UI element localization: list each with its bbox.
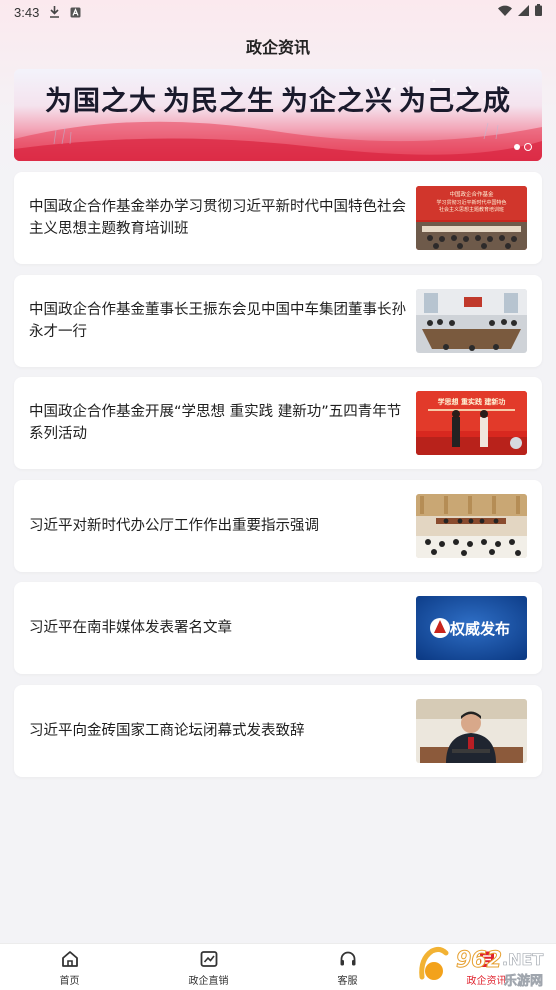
thumb-caption-2: 学习贯彻习近平新时代中国特色 [436, 199, 506, 206]
thumb-caption-1: 中国政企合作基金 [449, 190, 494, 198]
watermark-logo-icon [425, 962, 443, 980]
tab-home[interactable]: 首页 [0, 944, 139, 990]
slogan-1: 为国之大 [45, 86, 157, 117]
status-right [498, 4, 542, 20]
watermark-number: 962 [456, 948, 502, 973]
tab-label: 政企直销 [188, 976, 229, 987]
carousel-dot[interactable] [514, 144, 520, 150]
site-watermark: 962 .NET 乐游网 [416, 941, 552, 989]
news-card[interactable]: 中国政企合作基金开展“学思想 重实践 建新功”五四青年节系列活动 学思想 重实践… [14, 377, 542, 469]
carousel-dots [514, 143, 532, 151]
news-card[interactable]: 中国政企合作基金董事长王振东会见中国中车集团董事长孙永才一行 [14, 274, 542, 367]
carousel-dot-active[interactable] [524, 143, 532, 151]
news-title: 中国政企合作基金董事长王振东会见中国中车集团董事长孙永才一行 [29, 301, 406, 340]
thumb-caption: 权威发布 [449, 620, 510, 638]
thumb-caption: 学思想 重实践 建新功 [438, 397, 506, 406]
news-thumbnail[interactable]: 中国政企合作基金 学习贯彻习近平新时代中国特色 社会主义思想主题教育培训班 [416, 186, 527, 250]
tab-label: 首页 [59, 976, 80, 987]
news-card[interactable]: 中国政企合作基金举办学习贯彻习近平新时代中国特色社会主义思想主题教育培训班 中国… [14, 172, 542, 264]
news-title: 习近平向金砖国家工商论坛闭幕式发表致辞 [29, 722, 305, 739]
news-thumbnail[interactable] [416, 288, 527, 353]
watermark-tagline: 乐游网 [504, 973, 543, 989]
news-card[interactable]: 习近平在南非媒体发表署名文章 权威发布 [14, 582, 542, 674]
banner-slogan: 为国之大 为民之生 为企之兴 为己之成 [14, 79, 542, 118]
watermark-suffix: .NET [502, 950, 543, 969]
news-thumbnail[interactable] [416, 493, 527, 558]
a-icon [70, 7, 81, 18]
screen: 3:43 政企资讯 为国之大 为民之生 为企之兴 为己之成 中国政企合作基金举办… [0, 0, 556, 990]
battery-icon [535, 4, 542, 20]
news-title: 习近平对新时代办公厅工作作出重要指示强调 [29, 517, 319, 534]
news-title: 中国政企合作基金开展“学思想 重实践 建新功”五四青年节系列活动 [29, 404, 402, 442]
headset-icon [340, 951, 355, 966]
news-list: 中国政企合作基金举办学习贯彻习近平新时代中国特色社会主义思想主题教育培训班 中国… [14, 172, 542, 787]
news-card[interactable]: 习近平向金砖国家工商论坛闭幕式发表致辞 [14, 684, 542, 777]
signal-icon [518, 4, 529, 20]
download-icon [49, 6, 60, 18]
tab-label: 客服 [337, 976, 358, 987]
news-card[interactable]: 习近平对新时代办公厅工作作出重要指示强调 [14, 479, 542, 572]
thumb-caption-3: 社会主义思想主题教育培训班 [439, 206, 504, 213]
tab-customer-service[interactable]: 客服 [278, 944, 417, 990]
news-thumbnail[interactable] [416, 698, 527, 763]
news-thumbnail[interactable]: 权威发布 [416, 596, 527, 660]
slogan-2: 为民之生 [163, 86, 275, 117]
status-time: 3:43 [14, 4, 40, 20]
status-bar: 3:43 [0, 0, 556, 24]
banner-carousel[interactable]: 为国之大 为民之生 为企之兴 为己之成 [14, 69, 542, 161]
home-icon [61, 951, 78, 967]
news-title: 习近平在南非媒体发表署名文章 [29, 620, 232, 636]
slogan-3: 为企之兴 [281, 86, 393, 117]
page-title: 政企资讯 [245, 38, 310, 57]
chart-icon [200, 951, 217, 967]
news-thumbnail[interactable]: 学思想 重实践 建新功 [416, 391, 527, 455]
slogan-4: 为己之成 [399, 86, 511, 117]
tab-direct-sales[interactable]: 政企直销 [139, 944, 278, 990]
news-title: 中国政企合作基金举办学习贯彻习近平新时代中国特色社会主义思想主题教育培训班 [29, 199, 406, 237]
wifi-icon [498, 5, 512, 20]
